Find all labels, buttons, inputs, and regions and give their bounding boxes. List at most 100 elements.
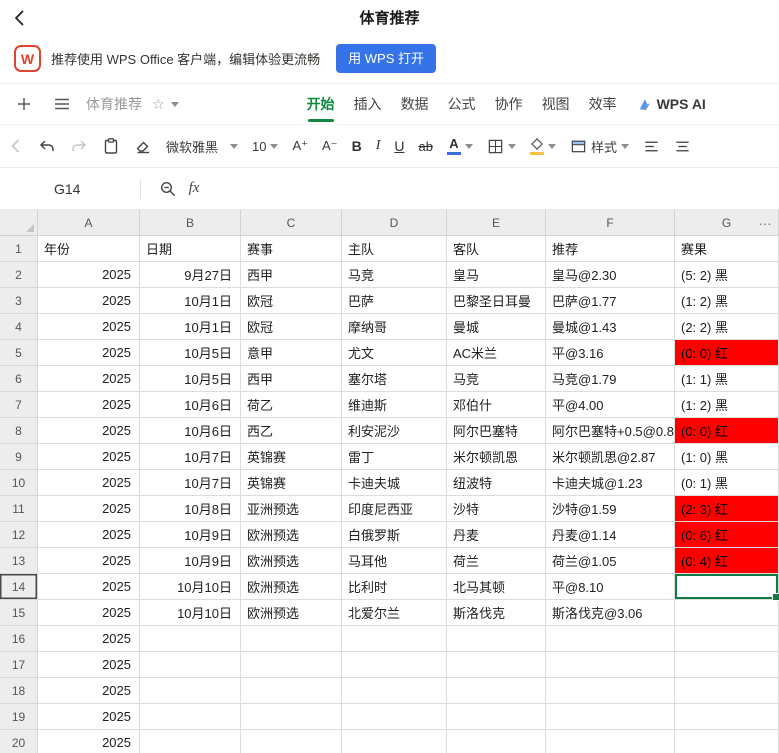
- cell-A17[interactable]: 2025: [38, 652, 140, 678]
- cell-A2[interactable]: 2025: [38, 262, 140, 288]
- cell-C3[interactable]: 欧冠: [241, 288, 342, 314]
- cell-G13[interactable]: (0: 4) 红: [675, 548, 779, 574]
- row-header-11[interactable]: 11: [0, 496, 38, 522]
- cell-F12[interactable]: 丹麦@1.14: [546, 522, 675, 548]
- align-center-button[interactable]: [674, 138, 691, 155]
- cell-C6[interactable]: 西甲: [241, 366, 342, 392]
- cell-B14[interactable]: 10月10日: [140, 574, 241, 600]
- cell-E11[interactable]: 沙特: [447, 496, 546, 522]
- row-header-18[interactable]: 18: [0, 678, 38, 704]
- cell-D11[interactable]: 印度尼西亚: [342, 496, 447, 522]
- cell-D2[interactable]: 马竞: [342, 262, 447, 288]
- cell-E1[interactable]: 客队: [447, 236, 546, 262]
- cell-C20[interactable]: [241, 730, 342, 753]
- tab-insert[interactable]: 插入: [354, 84, 382, 124]
- row-header-9[interactable]: 9: [0, 444, 38, 470]
- cell-A19[interactable]: 2025: [38, 704, 140, 730]
- cell-E7[interactable]: 邓伯什: [447, 392, 546, 418]
- cell-F14[interactable]: 平@8.10: [546, 574, 675, 600]
- cell-E10[interactable]: 纽波特: [447, 470, 546, 496]
- cell-A7[interactable]: 2025: [38, 392, 140, 418]
- cell-G5[interactable]: (0: 0) 红: [675, 340, 779, 366]
- eraser-icon[interactable]: [134, 137, 152, 155]
- cell-G18[interactable]: [675, 678, 779, 704]
- cell-G6[interactable]: (1: 1) 黑: [675, 366, 779, 392]
- cell-F6[interactable]: 马竞@1.79: [546, 366, 675, 392]
- cell-A1[interactable]: 年份: [38, 236, 140, 262]
- cell-A4[interactable]: 2025: [38, 314, 140, 340]
- cell-F15[interactable]: 斯洛伐克@3.06: [546, 600, 675, 626]
- cell-C5[interactable]: 意甲: [241, 340, 342, 366]
- column-header-D[interactable]: D: [342, 210, 447, 236]
- cell-B12[interactable]: 10月9日: [140, 522, 241, 548]
- cell-B20[interactable]: [140, 730, 241, 753]
- cell-A15[interactable]: 2025: [38, 600, 140, 626]
- decrease-font-button[interactable]: A⁻: [322, 138, 338, 154]
- cell-A10[interactable]: 2025: [38, 470, 140, 496]
- cell-E19[interactable]: [447, 704, 546, 730]
- cell-D20[interactable]: [342, 730, 447, 753]
- cell-C12[interactable]: 欧洲预选: [241, 522, 342, 548]
- cell-G3[interactable]: (1: 2) 黑: [675, 288, 779, 314]
- cell-B1[interactable]: 日期: [140, 236, 241, 262]
- cell-G17[interactable]: [675, 652, 779, 678]
- cell-C15[interactable]: 欧洲预选: [241, 600, 342, 626]
- row-header-4[interactable]: 4: [0, 314, 38, 340]
- cell-F8[interactable]: 阿尔巴塞特+0.5@0.8: [546, 418, 675, 444]
- cell-G1[interactable]: 赛果: [675, 236, 779, 262]
- doc-chevron-down-icon[interactable]: [171, 102, 179, 107]
- cell-C19[interactable]: [241, 704, 342, 730]
- cell-A3[interactable]: 2025: [38, 288, 140, 314]
- cell-F2[interactable]: 皇马@2.30: [546, 262, 675, 288]
- cell-G8[interactable]: (0: 0) 红: [675, 418, 779, 444]
- bold-button[interactable]: B: [352, 138, 362, 154]
- row-header-13[interactable]: 13: [0, 548, 38, 574]
- cell-B2[interactable]: 9月27日: [140, 262, 241, 288]
- column-header-A[interactable]: A: [38, 210, 140, 236]
- cell-D8[interactable]: 利安泥沙: [342, 418, 447, 444]
- tab-formula[interactable]: 公式: [448, 84, 476, 124]
- zoom-icon[interactable]: [155, 180, 181, 198]
- back-icon[interactable]: [8, 6, 32, 30]
- tab-home[interactable]: 开始: [307, 84, 335, 124]
- cell-A16[interactable]: 2025: [38, 626, 140, 652]
- cell-E13[interactable]: 荷兰: [447, 548, 546, 574]
- cell-E3[interactable]: 巴黎圣日耳曼: [447, 288, 546, 314]
- cell-G14[interactable]: [675, 574, 779, 600]
- cell-A13[interactable]: 2025: [38, 548, 140, 574]
- cell-E14[interactable]: 北马其顿: [447, 574, 546, 600]
- cell-F5[interactable]: 平@3.16: [546, 340, 675, 366]
- tab-view[interactable]: 视图: [542, 84, 570, 124]
- cell-G15[interactable]: [675, 600, 779, 626]
- cell-F13[interactable]: 荷兰@1.05: [546, 548, 675, 574]
- undo-icon[interactable]: [38, 137, 56, 155]
- font-name-dropdown[interactable]: 微软雅黑: [166, 137, 238, 156]
- borders-button[interactable]: [487, 138, 516, 155]
- cell-D1[interactable]: 主队: [342, 236, 447, 262]
- cell-D13[interactable]: 马耳他: [342, 548, 447, 574]
- cell-C10[interactable]: 英锦赛: [241, 470, 342, 496]
- fill-color-button[interactable]: [530, 138, 556, 155]
- cell-D18[interactable]: [342, 678, 447, 704]
- cell-B9[interactable]: 10月7日: [140, 444, 241, 470]
- cell-B19[interactable]: [140, 704, 241, 730]
- font-size-dropdown[interactable]: 10: [252, 139, 278, 154]
- cell-G4[interactable]: (2: 2) 黑: [675, 314, 779, 340]
- wps-ai-button[interactable]: WPS AI: [637, 96, 706, 112]
- row-header-8[interactable]: 8: [0, 418, 38, 444]
- cell-E15[interactable]: 斯洛伐克: [447, 600, 546, 626]
- cell-B7[interactable]: 10月6日: [140, 392, 241, 418]
- cell-B16[interactable]: [140, 626, 241, 652]
- cell-E17[interactable]: [447, 652, 546, 678]
- cell-B17[interactable]: [140, 652, 241, 678]
- cell-A5[interactable]: 2025: [38, 340, 140, 366]
- cell-E18[interactable]: [447, 678, 546, 704]
- collapse-back-icon[interactable]: [8, 138, 24, 154]
- align-left-button[interactable]: [643, 138, 660, 155]
- row-header-17[interactable]: 17: [0, 652, 38, 678]
- cell-G10[interactable]: (0: 1) 黑: [675, 470, 779, 496]
- cell-C9[interactable]: 英锦赛: [241, 444, 342, 470]
- open-in-wps-button[interactable]: 用 WPS 打开: [336, 44, 436, 73]
- row-header-7[interactable]: 7: [0, 392, 38, 418]
- cell-B18[interactable]: [140, 678, 241, 704]
